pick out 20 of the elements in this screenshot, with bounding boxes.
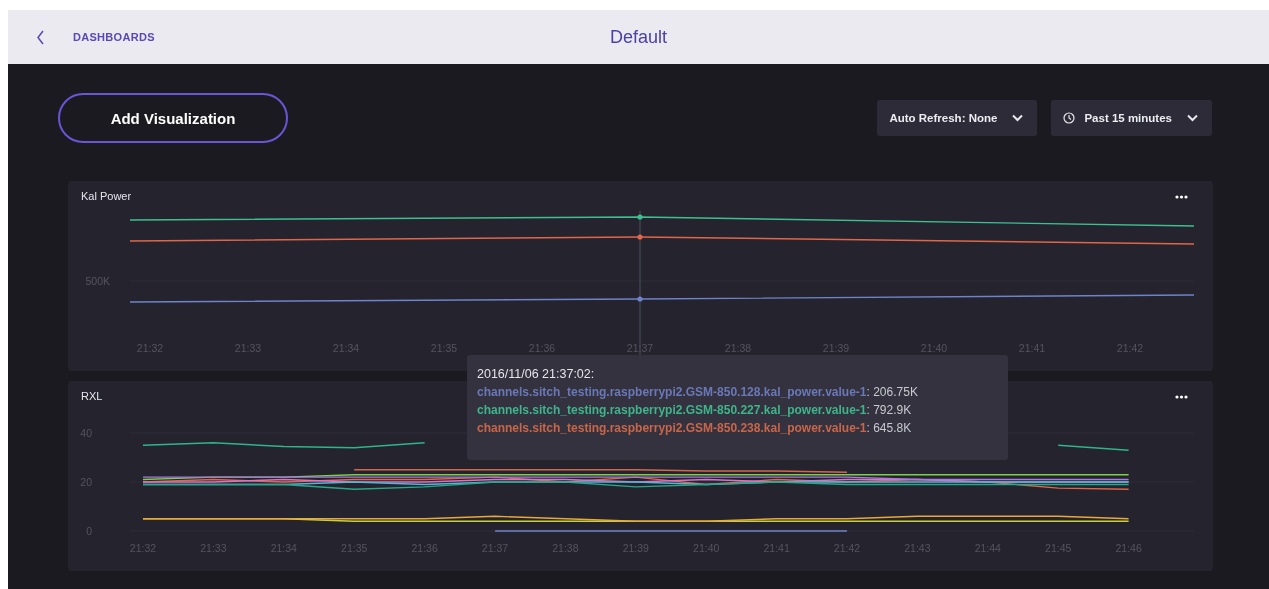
hover-point [637,234,643,240]
chevron-down-icon [1187,114,1198,122]
back-link[interactable]: DASHBOARDS [36,29,155,45]
hover-point [637,296,643,302]
chevron-left-icon [36,29,45,45]
tooltip-row-text: channels.sitch_testing.raspberrypi2.GSM-850.227.kal_power.value-1: 792.9K [477,403,913,417]
tooltip-time: 2016/11/06 21:37:02: [477,367,596,381]
more-icon[interactable] [1175,195,1188,199]
more-icon[interactable] [1175,395,1188,399]
hover-point [637,214,643,220]
panel-title: Kal Power [81,189,132,203]
add-visualization-button[interactable]: Add Visualization [58,93,288,143]
chevron-down-icon [1012,114,1024,122]
panel-title: RXL [81,389,103,403]
time-range-dropdown[interactable]: Past 15 minutes [1051,100,1212,136]
tooltip-row-text: channels.sitch_testing.raspberrypi2.GSM-850.238.kal_power.value-1: 645.8K [477,421,913,435]
tooltip-row-text: channels.sitch_testing.raspberrypi2.GSM-850.128.kal_power.value-1: 206.75K [477,385,919,399]
page-title: Default [608,26,668,49]
auto-refresh-dropdown[interactable]: Auto Refresh: None [877,100,1038,136]
clock-icon [1063,112,1076,124]
